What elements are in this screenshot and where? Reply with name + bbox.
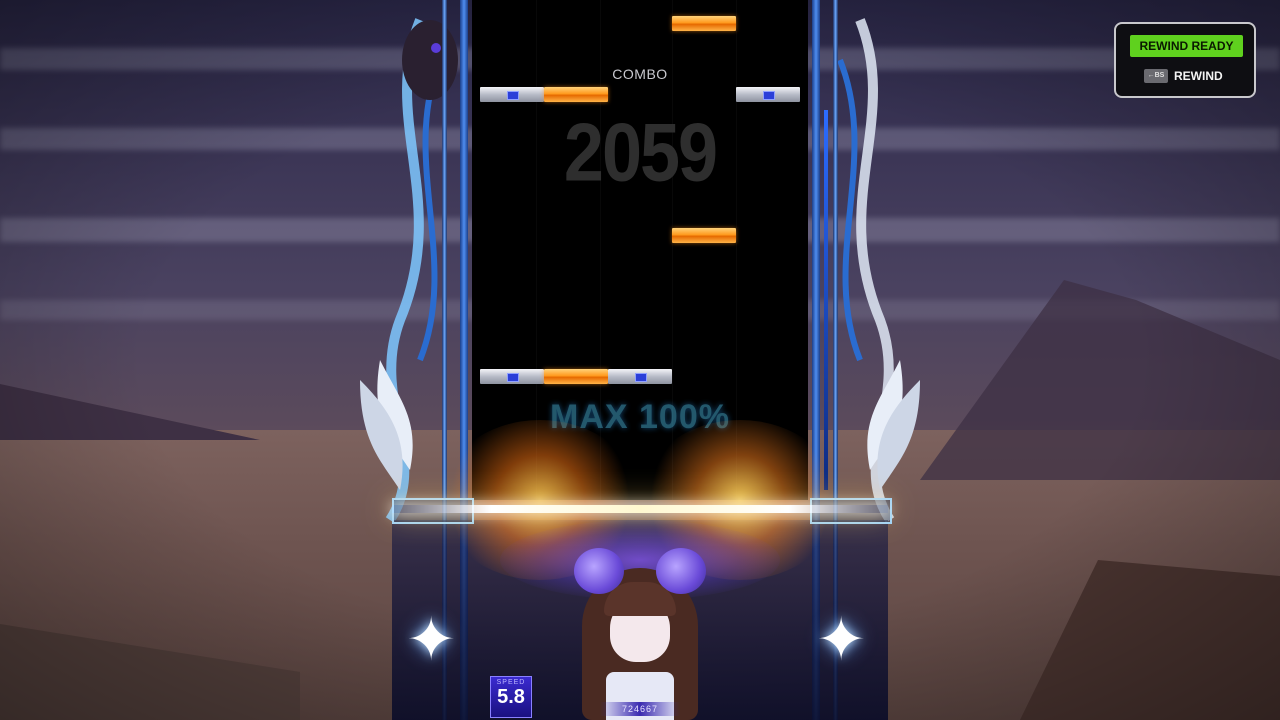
note-gem-icon	[507, 91, 519, 100]
rewind-panel: REWIND READY ←BS REWIND	[1114, 22, 1256, 98]
orange-note	[544, 87, 608, 102]
backspace-key-icon: ←BS	[1144, 69, 1168, 83]
character-portrait	[560, 540, 720, 720]
orange-note	[672, 228, 736, 243]
sparkle-icon: ✦	[406, 606, 457, 673]
note-gem-icon	[635, 373, 647, 382]
rewind-button[interactable]: ←BS REWIND	[1144, 68, 1223, 84]
combo-label: COMBO	[612, 66, 668, 82]
orange-note	[544, 369, 608, 384]
judgement-line	[392, 505, 888, 513]
rewind-ready-badge: REWIND READY	[1130, 35, 1243, 57]
white-note	[480, 369, 544, 384]
note-gem-icon	[763, 91, 775, 100]
note-gem-icon	[507, 373, 519, 382]
white-note	[608, 369, 672, 384]
speed-indicator: SPEED 5.8	[490, 676, 532, 718]
orange-note	[672, 16, 736, 31]
combo-count: 2059	[563, 107, 718, 199]
sparkle-icon: ✦	[816, 606, 867, 673]
score-display: 724667	[600, 702, 680, 716]
speed-label: SPEED	[496, 679, 526, 686]
white-note	[736, 87, 800, 102]
rewind-label: REWIND	[1174, 69, 1223, 83]
speed-value: 5.8	[497, 686, 525, 708]
side-gauge	[824, 110, 828, 490]
white-note	[480, 87, 544, 102]
